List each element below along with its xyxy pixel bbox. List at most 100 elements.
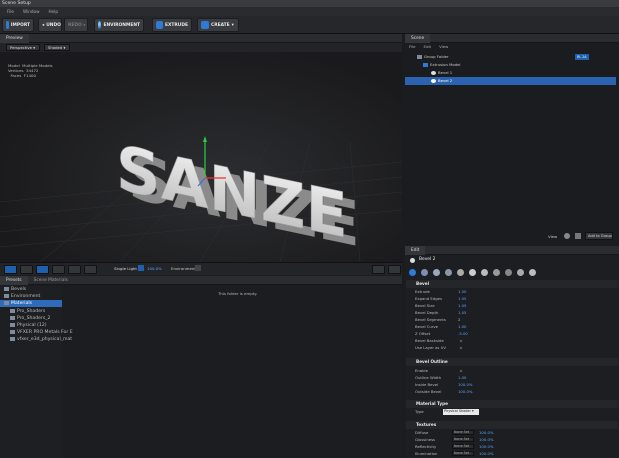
view-icon[interactable] [564,233,570,239]
prop-expand-edges-value[interactable]: 1.05 [458,295,466,302]
tree-item-vfxer-pro-metals[interactable]: VFXER PRO Metals For E [10,329,73,336]
scene-row-bevel-1[interactable]: Bevel 1 [405,69,616,77]
light-bulb-icon[interactable] [481,269,488,276]
folder-icon [4,300,9,305]
section-bevel[interactable]: Bevel [406,280,618,288]
select-tool-button[interactable] [20,265,33,274]
environment-button[interactable]: ENVIRONMENT [94,18,144,32]
material-type-dropdown[interactable]: Physical Shader ▾ [443,409,479,415]
shading-dropdown[interactable]: Shaded ▾ [44,44,70,51]
snap-tool-button[interactable] [84,265,97,274]
tree-item-pro-shaders[interactable]: Pro_Shaders [10,308,45,315]
render-settings-button[interactable] [372,265,385,274]
redo-icon: ▸ [83,22,86,28]
prop-outline-width-value[interactable]: 1.00 [458,374,466,381]
prop-enable-label: Enable [415,368,428,373]
create-button[interactable]: CREATE ▾ [197,18,239,32]
camera-dropdown[interactable]: Perspective ▾ [6,44,40,51]
prop-extrude-label: Extrude [415,289,430,294]
tab-presets[interactable]: Presets [0,276,28,285]
layer-badge[interactable]: RL 2A [575,54,589,60]
bevel-backside-checkbox[interactable] [459,339,463,343]
rotate-tool-button[interactable] [52,265,65,274]
tree-item-bevels[interactable]: Bevels [4,286,26,293]
outline-enable-checkbox[interactable] [459,369,463,373]
3d-viewport[interactable]: SANZE SANZE [0,52,402,262]
texture-glossiness-value[interactable]: 100.0% [479,436,493,443]
add-to-group-button[interactable]: Add to Group [585,232,613,240]
scene-menu-edit[interactable]: Edit [424,43,432,51]
grid-icon[interactable] [505,269,512,276]
tab-scene[interactable]: Scene [405,34,431,43]
tab-scene-materials[interactable]: Scene Materials [28,276,74,285]
camera-icon[interactable] [575,233,581,239]
tree-item-materials[interactable]: Materials [0,300,62,307]
section-bevel-outline[interactable]: Bevel Outline [406,358,618,366]
tab-edit[interactable]: Edit [405,246,426,255]
extrude-button[interactable]: EXTRUDE [152,18,192,32]
tree-item-vfxer-physical[interactable]: vfxer_e3d_physical_mat [10,336,72,343]
menu-window[interactable]: Window [23,7,40,16]
prop-outside-bevel-value[interactable]: 100.0% [458,388,472,395]
texture-reflectivity-slot[interactable]: None Set [452,444,474,449]
scene-menu-view[interactable]: View [439,43,448,51]
undo-button[interactable]: ◂ UNDO [38,18,62,32]
back-material-icon[interactable] [457,269,464,276]
extrusion-icon [423,63,428,67]
chevron-down-icon: ▾ [231,22,234,28]
section-material-type[interactable]: Material Type [406,400,618,408]
bevel-material-icon[interactable] [433,269,440,276]
texture-illumination-value[interactable]: 100.0% [479,450,493,457]
menu-bar: File Window Help [0,7,619,16]
prop-bevel-depth-value[interactable]: 1.05 [458,309,466,316]
prop-bevel-curve-value[interactable]: 1.00 [458,323,466,330]
bevel-tab-icon[interactable] [409,269,416,276]
texture-diffuse-value[interactable]: 100.0% [479,429,493,436]
prop-outline-width-label: Outline Width [415,375,441,380]
redo-button[interactable]: REDO ▸ [64,18,88,32]
section-textures[interactable]: Textures [406,421,618,429]
prop-bevel-depth-label: Bevel Depth [415,310,439,315]
import-button[interactable]: IMPORT [2,18,34,32]
scene-menu-file[interactable]: File [409,43,416,51]
light-icon[interactable] [138,265,144,271]
text-icon[interactable] [493,269,500,276]
prop-bevel-size-value[interactable]: 1.05 [458,302,466,309]
environment-toggle[interactable] [195,265,201,271]
front-material-icon[interactable] [421,269,428,276]
tree-item-environment[interactable]: Environment [4,293,40,300]
extruded-model-text[interactable]: SANZE [116,131,348,253]
texture-illumination-label: Illumination [415,451,438,456]
prop-outside-bevel-label: Outside Bevel [415,389,442,394]
camera-button[interactable] [4,265,17,274]
prop-inside-bevel-value[interactable]: 100.0% [458,381,472,388]
texture-reflectivity-value[interactable]: 100.0% [479,443,493,450]
menu-help[interactable]: Help [49,7,59,16]
prop-z-offset-value[interactable]: -5.00 [458,330,468,337]
shadow-icon[interactable] [517,269,524,276]
gear-icon[interactable] [529,269,536,276]
menu-file[interactable]: File [7,7,14,16]
view-label[interactable]: View [548,234,557,239]
prop-bevel-segments-value[interactable]: 2 [458,316,460,323]
fullscreen-button[interactable] [388,265,401,274]
prop-extrude-value[interactable]: 1.00 [458,288,466,295]
light-value[interactable]: 100.0% [147,266,162,271]
sphere-icon[interactable] [469,269,476,276]
texture-illumination-slot[interactable]: None Set [452,451,474,456]
tree-item-pro-shaders-2[interactable]: Pro_Shaders_2 [10,315,50,322]
use-layer-uv-checkbox[interactable] [459,346,463,350]
model-stats: Model Multiple Models Vertices 34472 Fac… [8,63,53,79]
scene-row-extrusion-model[interactable]: Extrusion Model [405,61,616,69]
prop-bevel-size-label: Bevel Size [415,303,435,308]
scene-row-group-folder[interactable]: Group Folder RL 2A [405,53,616,61]
texture-diffuse-slot[interactable]: None Set [452,430,474,435]
tab-preview[interactable]: Preview [0,34,29,43]
move-tool-button[interactable] [36,265,49,274]
scale-tool-button[interactable] [68,265,81,274]
prop-use-layer-uv-label: Use Layer as UV [415,345,446,350]
tree-item-physical[interactable]: Physical (12) [10,322,47,329]
scene-row-bevel-2[interactable]: Bevel 2 [405,77,616,85]
side-material-icon[interactable] [445,269,452,276]
texture-glossiness-slot[interactable]: None Set [452,437,474,442]
